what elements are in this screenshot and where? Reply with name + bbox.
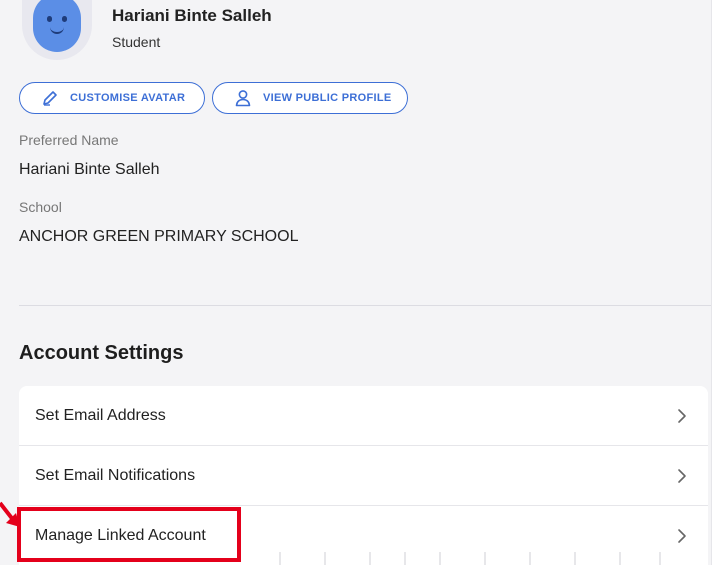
view-public-profile-label: VIEW PUBLIC PROFILE — [263, 92, 392, 104]
school-label: School — [19, 199, 62, 215]
preferred-name-value: Hariani Binte Salleh — [19, 161, 160, 178]
view-public-profile-button[interactable]: VIEW PUBLIC PROFILE — [212, 82, 408, 114]
pointer-arrow-icon — [0, 501, 20, 527]
customise-avatar-label: CUSTOMISE AVATAR — [70, 92, 186, 104]
manage-linked-account-label: Manage Linked Account — [35, 526, 206, 544]
chevron-right-icon — [678, 529, 686, 543]
set-email-notifications-label: Set Email Notifications — [35, 466, 196, 484]
set-email-notifications-item[interactable]: Set Email Notifications — [19, 446, 708, 506]
right-edge-gutter — [711, 0, 721, 565]
chevron-right-icon — [678, 409, 686, 423]
user-role: Student — [112, 34, 161, 50]
set-email-address-label: Set Email Address — [35, 406, 166, 424]
school-value: ANCHOR GREEN PRIMARY SCHOOL — [19, 228, 299, 245]
decorative-tick-marks — [279, 552, 661, 565]
profile-panel: Hariani Binte Salleh Student CUSTOMISE A… — [0, 0, 712, 565]
profile-page: Hariani Binte Salleh Student CUSTOMISE A… — [0, 0, 721, 565]
person-icon — [233, 88, 253, 108]
pencil-icon — [40, 88, 60, 108]
smiley-avatar-icon — [33, 0, 81, 52]
account-settings-title: Account Settings — [19, 342, 184, 364]
avatar — [22, 0, 92, 60]
account-settings-list: Set Email Address Set Email Notification… — [19, 386, 708, 565]
chevron-right-icon — [678, 469, 686, 483]
customise-avatar-button[interactable]: CUSTOMISE AVATAR — [19, 82, 205, 114]
section-divider — [19, 305, 712, 306]
user-name: Hariani Binte Salleh — [112, 6, 272, 25]
set-email-address-item[interactable]: Set Email Address — [19, 386, 708, 446]
preferred-name-label: Preferred Name — [19, 132, 119, 148]
